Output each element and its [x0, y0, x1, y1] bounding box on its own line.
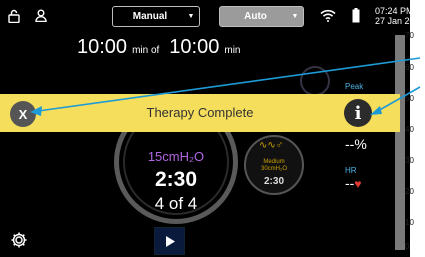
wifi-icon [320, 9, 336, 27]
hr-label: HR [345, 166, 357, 175]
hr-value: -- [345, 175, 355, 191]
battery-icon [352, 8, 360, 28]
therapy-complete-banner: Therapy Complete [0, 94, 400, 132]
clock-date: 27 Jan 2023 [375, 16, 410, 26]
peak-label: Peak [345, 82, 364, 91]
banner-message: Therapy Complete [146, 105, 254, 120]
step-countdown: 2:30 [154, 168, 198, 191]
manual-mode-dropdown[interactable]: Manual ▼ [112, 6, 200, 27]
settings-icon[interactable] [8, 229, 30, 251]
scale-ticks: 70 60 50 40 30 20 10 0 [405, 30, 425, 252]
session-time: 10:00 min of 10:00 min [77, 36, 250, 59]
play-icon [165, 235, 175, 247]
scale-tick: 60 [405, 63, 414, 72]
scale-tick: 40 [405, 125, 414, 134]
pressure-value: 15cmH₂O [147, 149, 205, 164]
scale-tick: 10 [405, 218, 414, 227]
scale-tick: 20 [405, 187, 414, 196]
user-icon[interactable] [35, 9, 47, 27]
heart-icon: ♥ [354, 177, 362, 191]
step-counter: 4 of 4 [154, 194, 198, 213]
spo2-value: --% [345, 136, 367, 152]
scale-tick: 0 [405, 242, 410, 251]
scale-tick: 30 [405, 156, 414, 165]
close-button[interactable]: X [10, 101, 36, 127]
scale-tick: 70 [405, 31, 414, 40]
hr-reading: --♥ [345, 175, 361, 191]
elapsed-time: 10:00 [77, 36, 128, 58]
faint-step-ring [300, 66, 330, 96]
waveform-lung-icon: ∿∿♂ [259, 140, 284, 151]
chevron-down-icon: ▼ [291, 13, 299, 20]
total-time: 10:00 [169, 36, 220, 58]
close-icon: X [18, 106, 28, 122]
clock: 07:24 PM 27 Jan 2023 [375, 6, 410, 26]
lock-icon[interactable] [8, 9, 20, 28]
next-step-time: 2:30 [263, 176, 284, 187]
next-step-label: Medium [263, 159, 285, 165]
next-step-pressure: 30cmH₂O [260, 166, 287, 172]
auto-mode-dropdown[interactable]: Auto ▼ [219, 6, 304, 27]
scale-tick: 50 [405, 94, 414, 103]
play-button[interactable] [154, 227, 185, 255]
device-screen: Manual ▼ Auto ▼ 07:24 PM 27 Jan 2023 10:… [0, 0, 410, 257]
clock-time: 07:24 PM [375, 6, 410, 16]
auto-mode-label: Auto [244, 11, 267, 22]
manual-mode-label: Manual [132, 11, 168, 22]
pressure-scale-bar [395, 35, 405, 250]
info-icon: i [354, 102, 362, 124]
chevron-down-icon: ▼ [187, 13, 195, 20]
elapsed-unit: min of [132, 45, 160, 56]
total-unit: min [224, 45, 241, 56]
info-button[interactable]: i [344, 99, 372, 127]
